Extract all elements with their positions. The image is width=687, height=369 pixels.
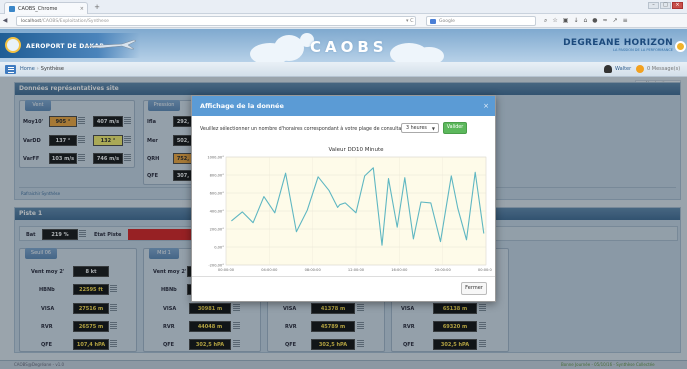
search-box[interactable]: Google: [426, 16, 536, 26]
close-window-button[interactable]: ×: [672, 2, 683, 9]
minimize-button[interactable]: –: [648, 2, 659, 9]
tab-close-icon[interactable]: ×: [80, 6, 84, 12]
time-range-value: 3 heures: [406, 126, 427, 131]
company-logo: DEGREANE HORIZON LA PASSION DE LA PERFOR…: [563, 38, 673, 52]
dd10-line-chart: Valeur DD10 Minute 1000,00° 800,00° 600,00°…: [207, 147, 492, 272]
home-icon[interactable]: ⌂: [583, 16, 587, 26]
search-engine-icon: [430, 19, 436, 24]
x-tick-label: 12:00:00: [348, 268, 365, 272]
modal-footer-divider: [192, 276, 495, 277]
feed-icon[interactable]: ≈: [603, 16, 608, 26]
x-tick-label: 04:00:00: [261, 268, 278, 272]
close-button[interactable]: Fermer: [461, 282, 487, 295]
y-tick-label: 600,00°: [210, 192, 225, 196]
back-icon[interactable]: ◀: [0, 17, 10, 24]
modal-prompt: Veuillez sélectionner un nombre d'horair…: [200, 127, 411, 132]
breadcrumb-current: Synthèse: [40, 66, 64, 72]
url-host: localhost: [21, 19, 42, 24]
breadcrumb-home[interactable]: Home: [20, 66, 35, 72]
x-tick-label: 08:00:00: [305, 268, 322, 272]
brand-title: CAOBS: [310, 38, 388, 56]
y-tick-label: -200,00°: [208, 264, 224, 268]
messages-link[interactable]: 0 Message(s): [636, 65, 680, 73]
validate-button[interactable]: Valider: [443, 122, 467, 134]
modal-close-icon[interactable]: ×: [483, 96, 489, 116]
user-menu[interactable]: Walter: [604, 65, 631, 73]
y-tick-label: 0,00°: [214, 246, 224, 250]
addon-icon[interactable]: ●: [592, 16, 597, 26]
browser-tab[interactable]: CAOBS_Chrome ×: [4, 2, 88, 14]
company-name: DEGREANE HORIZON: [563, 38, 673, 48]
new-tab-button[interactable]: +: [92, 3, 102, 12]
x-tick-label: 16:00:00: [391, 268, 408, 272]
download-icon[interactable]: ↓: [573, 16, 578, 26]
address-bar[interactable]: localhost/CAOBS/Exploitation/Synthese: [16, 16, 416, 26]
url-path: /CAOBS/Exploitation/Synthese: [41, 19, 109, 24]
modal-title: Affichage de la donnée: [192, 96, 495, 116]
y-tick-label: 800,00°: [210, 174, 225, 178]
user-icon: [604, 65, 612, 73]
search-icon[interactable]: ⌕: [544, 16, 547, 26]
favicon-icon: [9, 5, 15, 12]
x-tick-label: 00:00:00: [218, 268, 235, 272]
bookmarks-icon[interactable]: ▣: [563, 16, 569, 26]
y-tick-label: 200,00°: [210, 228, 225, 232]
y-tick-label: 1000,00°: [207, 156, 224, 160]
chart-title: Valeur DD10 Minute: [328, 147, 384, 153]
reload-icon[interactable]: ▾ C: [406, 16, 414, 26]
browser-toolbar: ⌕ ☆ ▣ ↓ ⌂ ● ≈ ↗ ≡: [544, 16, 628, 26]
app-header: AEROPORT DE DAKAR CAOBS DEGREANE HORIZON…: [0, 29, 687, 62]
tools-icon[interactable]: ↗: [613, 16, 618, 26]
breadcrumb-separator: ›: [36, 66, 39, 72]
data-display-modal: Affichage de la donnée × Veuillez sélect…: [191, 95, 496, 302]
window-controls: – □ ×: [648, 2, 683, 9]
company-tagline: LA PASSION DE LA PERFORMANCE: [613, 48, 673, 52]
company-emblem-icon: [675, 41, 686, 52]
airport-logo-icon: [5, 37, 21, 53]
search-placeholder: Google: [439, 19, 455, 24]
browser-tab-bar: CAOBS_Chrome × + – □ ×: [0, 0, 687, 14]
maximize-button[interactable]: □: [660, 2, 671, 9]
star-icon[interactable]: ☆: [552, 16, 557, 26]
time-range-select[interactable]: 3 heures ▼: [401, 123, 439, 133]
alert-icon: [636, 65, 644, 73]
y-tick-label: 400,00°: [210, 210, 225, 214]
chevron-down-icon: ▼: [431, 126, 435, 131]
browser-nav-bar: ◀ localhost/CAOBS/Exploitation/Synthese …: [0, 14, 687, 28]
x-tick-label: 20:00:00: [435, 268, 452, 272]
airplane-icon: [83, 39, 137, 50]
user-name: Walter: [615, 66, 632, 72]
x-tick-label: 00:00:00: [478, 268, 492, 272]
tab-title: CAOBS_Chrome: [18, 5, 58, 12]
menu-icon[interactable]: ≡: [623, 16, 628, 26]
breadcrumb: Home › Synthèse: [20, 66, 64, 72]
hamburger-menu-button[interactable]: [5, 65, 16, 74]
messages-count: 0 Message(s): [647, 66, 681, 72]
breadcrumb-bar: Home › Synthèse Walter 0 Message(s): [0, 62, 687, 77]
